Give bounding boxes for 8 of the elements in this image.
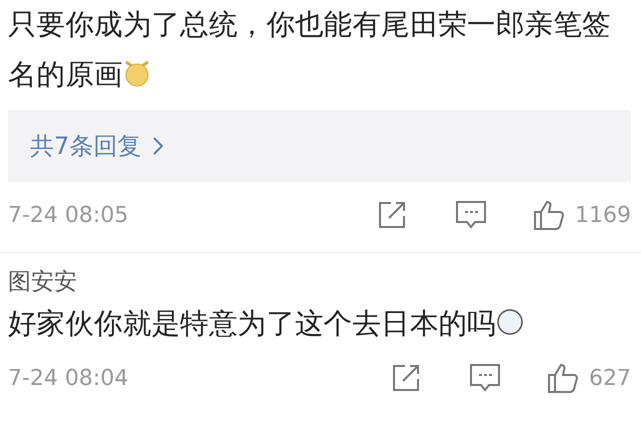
replies-link[interactable]: 共7条回复 [30, 130, 164, 162]
comment-time: 7-24 08:04 [8, 366, 130, 390]
like-button[interactable]: 627 [547, 362, 631, 394]
like-button[interactable]: 1169 [533, 199, 631, 231]
comment-text: 只要你成为了总统，你也能有尾田荣一郎亲笔签名的原画 [8, 7, 612, 93]
comment-text: 好家伙你就是特意为了这个去日本的吗 [8, 299, 631, 349]
username[interactable]: 图安安 [8, 265, 77, 299]
comment-time: 7-24 08:05 [8, 202, 130, 228]
